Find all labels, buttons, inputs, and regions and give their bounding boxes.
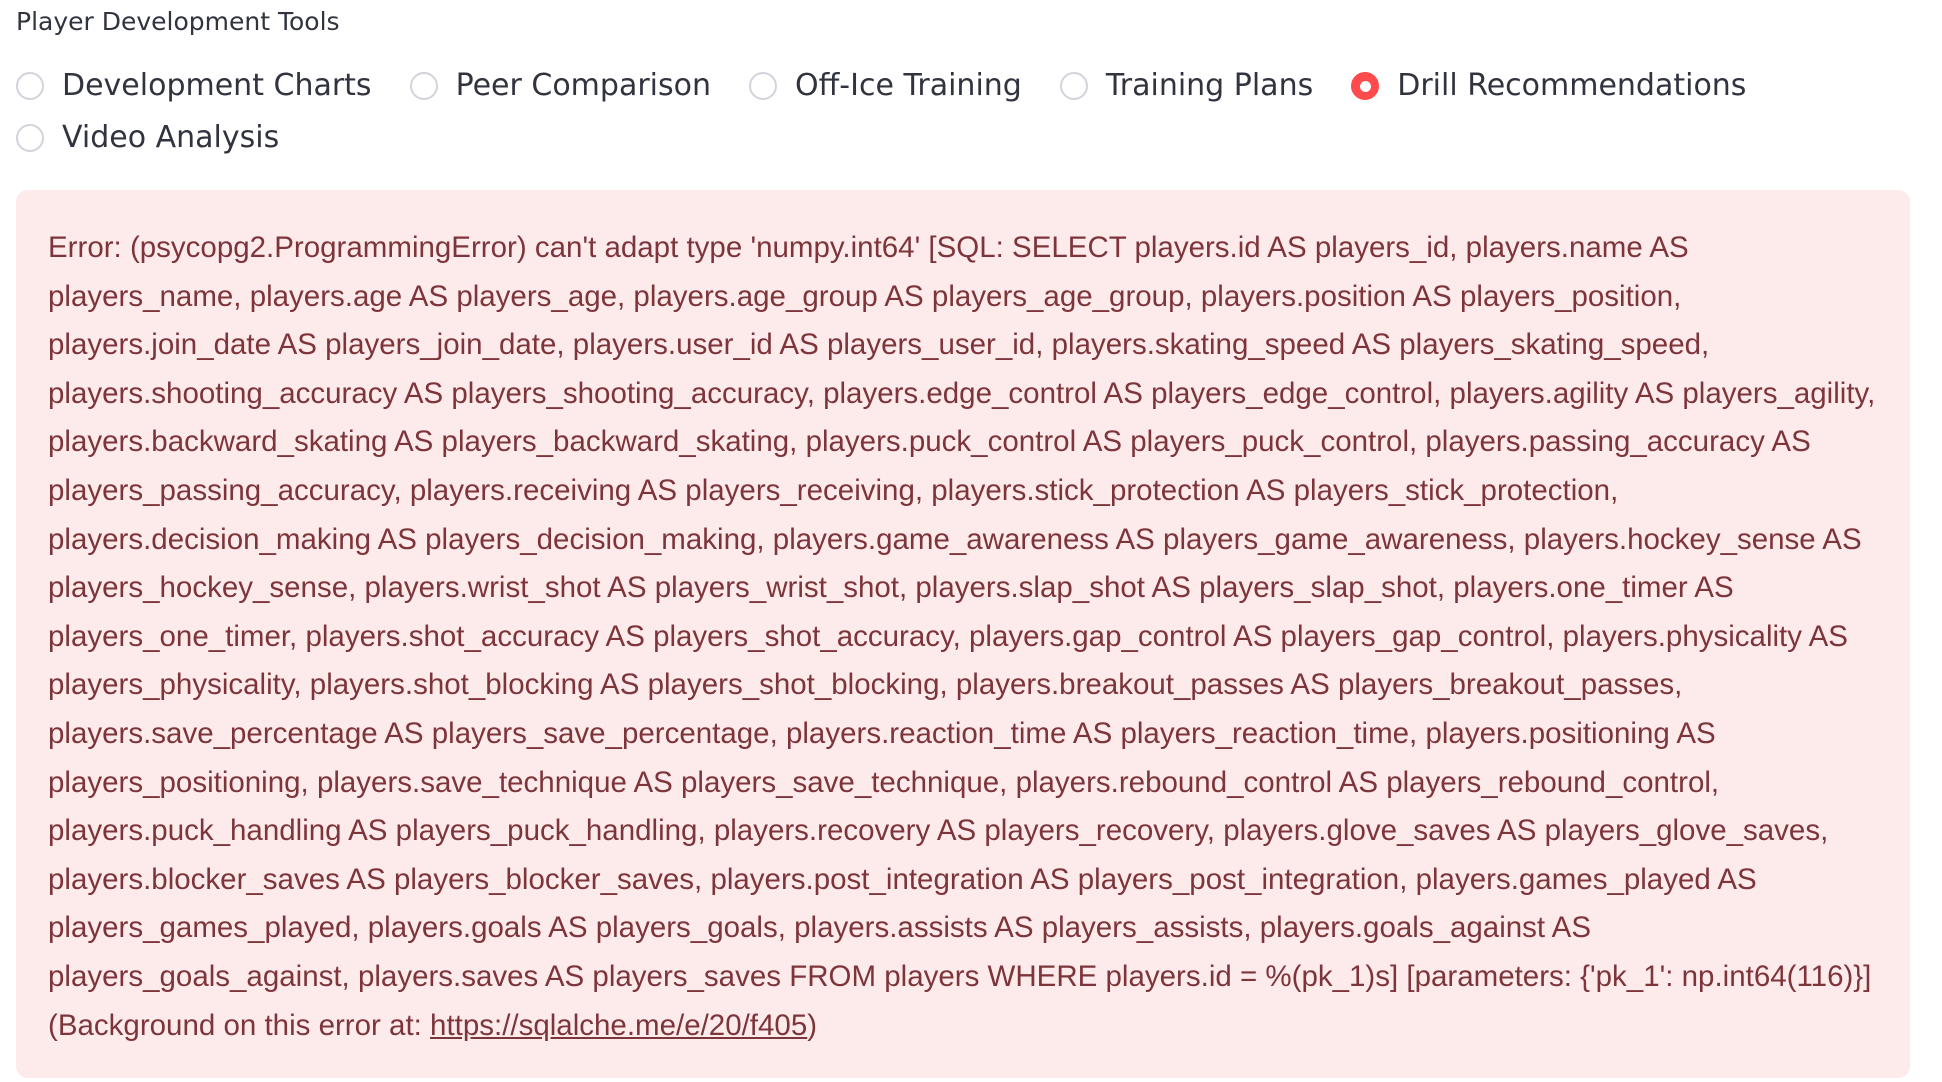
radio-option-video-analysis[interactable]: Video Analysis — [16, 118, 279, 158]
radio-option-development-charts[interactable]: Development Charts — [16, 66, 372, 106]
radio-button-selected-icon[interactable] — [1351, 72, 1380, 100]
radio-button-icon[interactable] — [409, 72, 438, 100]
radio-option-label: Development Charts — [62, 68, 372, 103]
radio-option-label: Peer Comparison — [455, 68, 712, 103]
page: Player Development Tools Development Cha… — [0, 0, 1942, 1082]
error-background-link[interactable]: https://sqlalche.me/e/20/f405 — [430, 1009, 807, 1042]
radio-option-training-plans[interactable]: Training Plans — [1059, 66, 1314, 106]
radio-option-off-ice-training[interactable]: Off-Ice Training — [749, 66, 1022, 106]
radio-row: Development Charts Peer Comparison Off-I… — [16, 60, 1916, 112]
radio-row: Video Analysis — [16, 112, 1916, 164]
radio-option-drill-recommendations[interactable]: Drill Recommendations — [1351, 66, 1746, 106]
radio-group-label: Player Development Tools — [16, 7, 340, 36]
radio-option-label: Off-Ice Training — [795, 68, 1022, 103]
radio-button-icon[interactable] — [749, 72, 778, 100]
radio-option-peer-comparison[interactable]: Peer Comparison — [409, 66, 712, 106]
radio-option-label: Video Analysis — [62, 120, 280, 155]
error-alert: Error: (psycopg2.ProgrammingError) can't… — [16, 190, 1910, 1078]
radio-button-icon[interactable] — [16, 72, 44, 100]
radio-button-icon[interactable] — [1059, 72, 1088, 100]
radio-option-label: Drill Recommendations — [1397, 68, 1747, 103]
radio-button-icon[interactable] — [16, 124, 44, 152]
error-message: Error: (psycopg2.ProgrammingError) can't… — [48, 224, 1878, 1050]
error-message-text: Error: (psycopg2.ProgrammingError) can't… — [48, 231, 1876, 1042]
error-message-suffix: ) — [807, 1008, 818, 1042]
radio-option-label: Training Plans — [1105, 68, 1314, 103]
radio-group: Development Charts Peer Comparison Off-I… — [16, 60, 1916, 164]
